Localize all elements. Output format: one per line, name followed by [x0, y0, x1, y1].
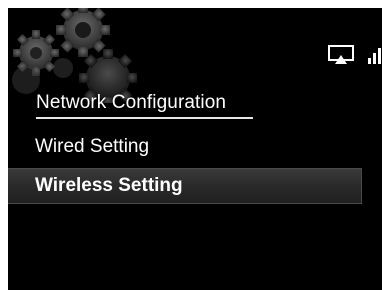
menu-item-wired-setting[interactable]: Wired Setting	[8, 129, 362, 165]
menu-title: Network Configuration	[36, 92, 227, 113]
menu-item-wireless-setting[interactable]: Wireless Setting	[8, 168, 362, 204]
gear-icon	[12, 8, 137, 103]
menu-item-label: Wired Setting	[35, 136, 150, 157]
menu-item-label: Wireless Setting	[35, 175, 183, 196]
signal-icon	[368, 45, 382, 65]
tv-screen: Network Configuration Wired Setting Wire…	[8, 8, 382, 290]
airplay-icon	[328, 45, 354, 65]
title-divider	[36, 117, 253, 119]
status-bar	[328, 45, 382, 65]
